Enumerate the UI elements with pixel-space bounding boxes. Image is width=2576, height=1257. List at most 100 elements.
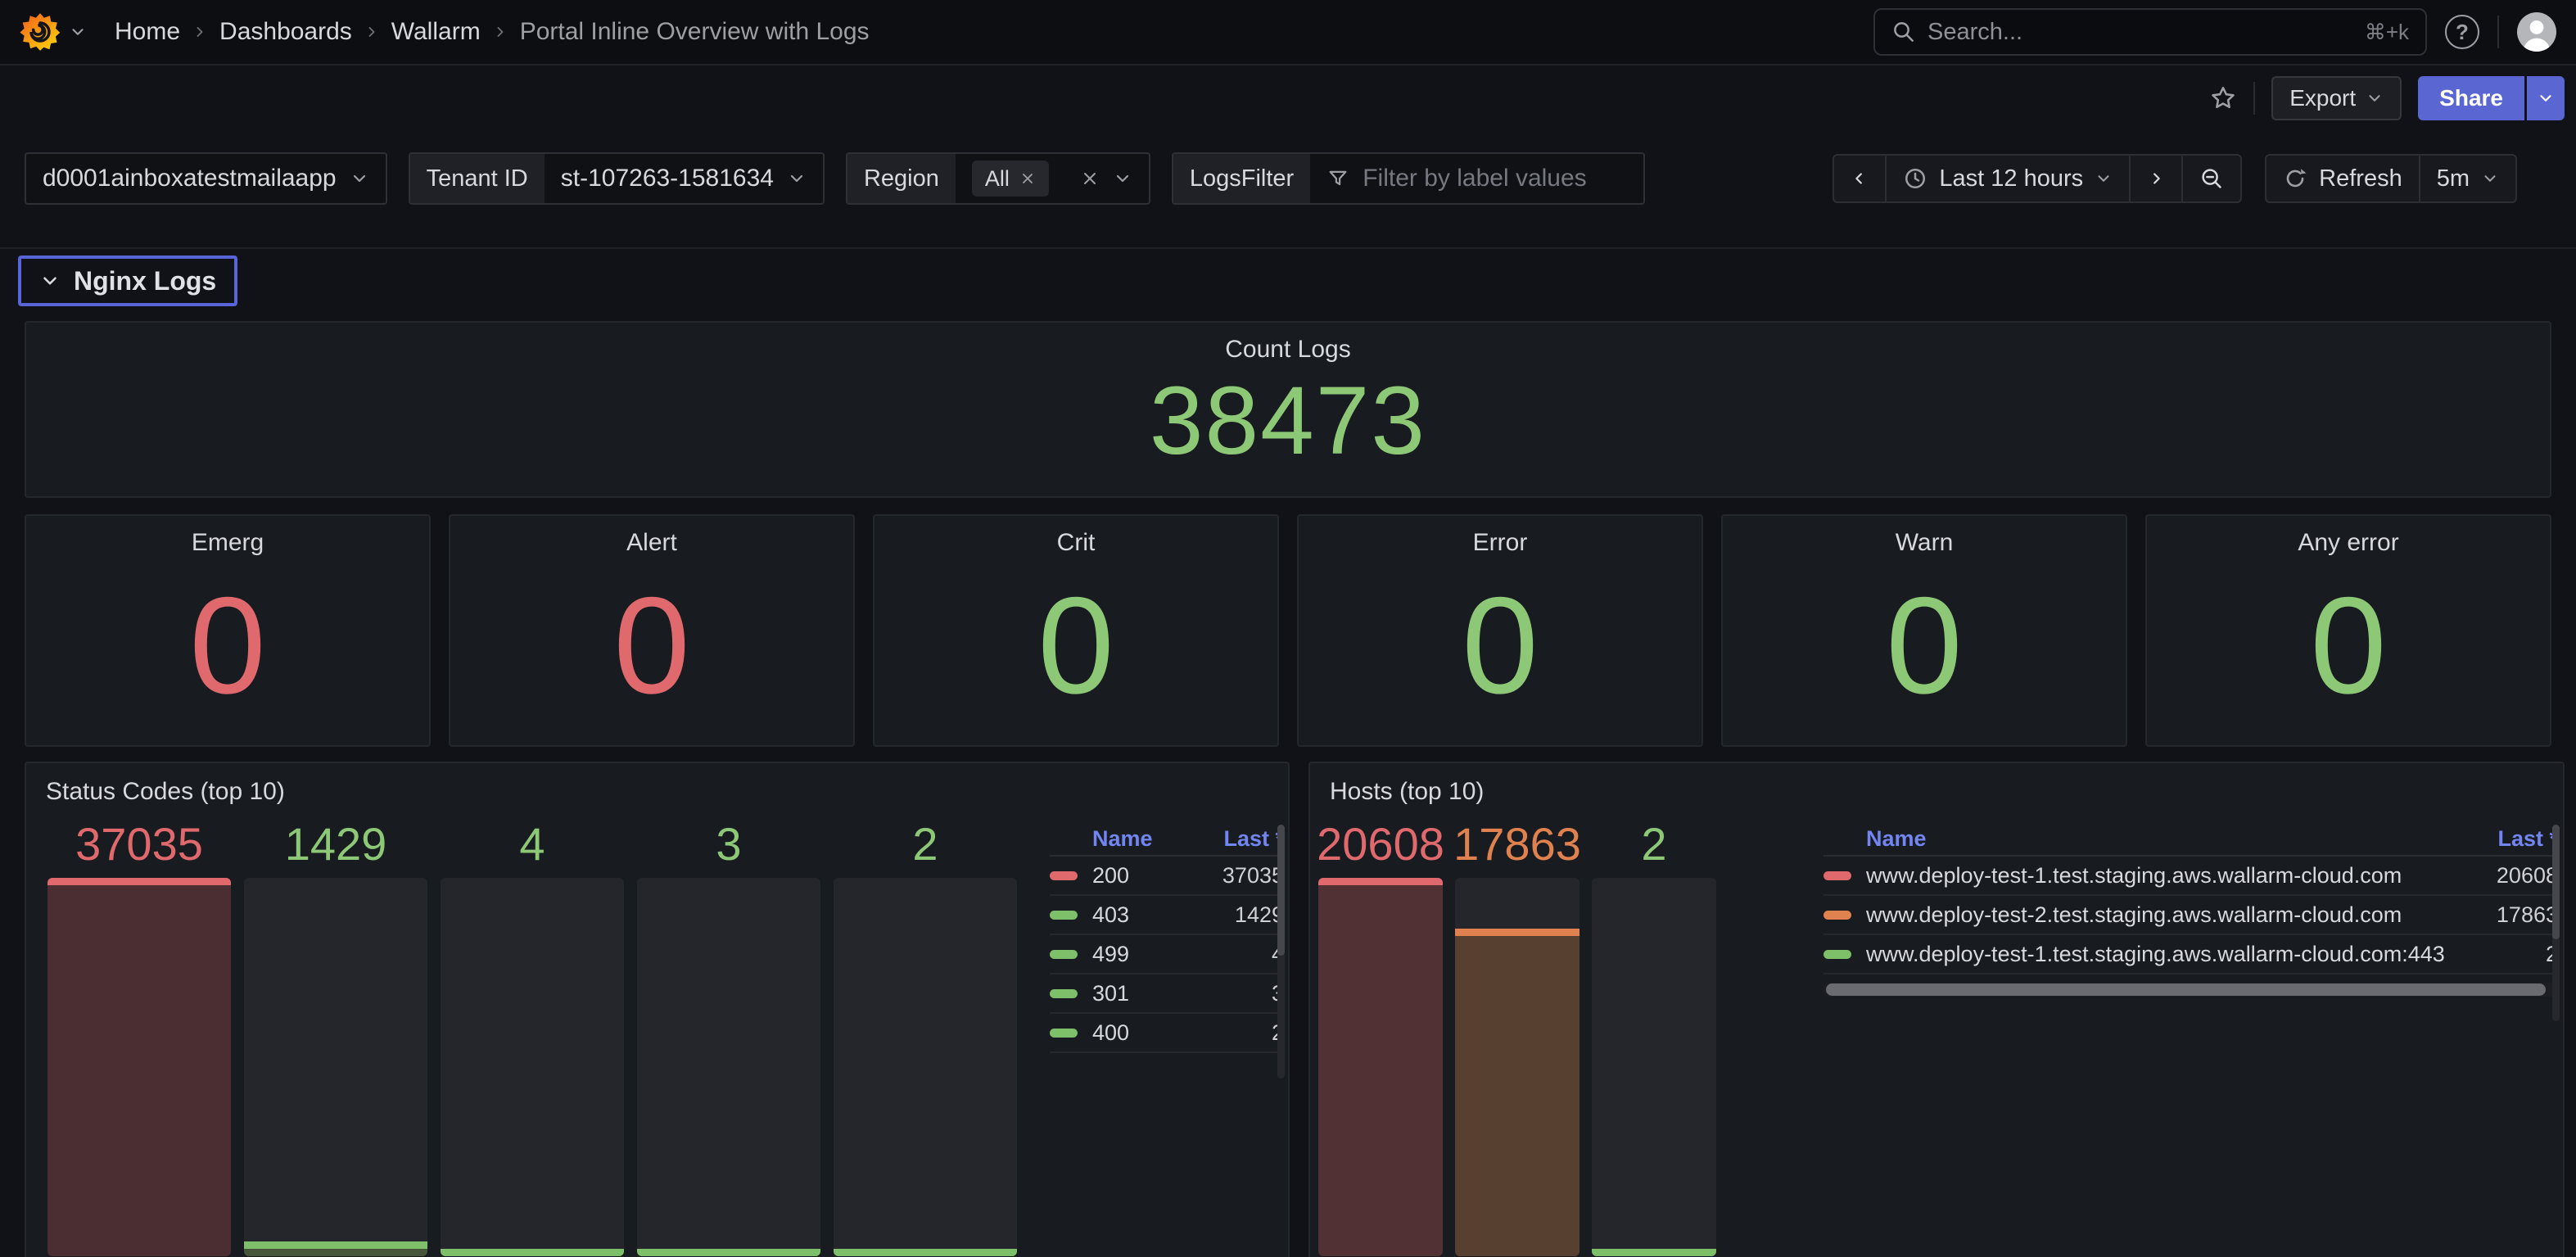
toolbar-divider	[2253, 82, 2255, 115]
favorite-star-icon[interactable]	[2209, 84, 2237, 112]
time-range-value: Last 12 hours	[1939, 165, 2083, 192]
time-range-picker[interactable]: Last 12 hours	[1885, 156, 2129, 201]
user-avatar[interactable]	[2517, 12, 2556, 52]
breadcrumb-item[interactable]: Dashboards	[219, 18, 352, 46]
row-header-nginx-logs[interactable]: Nginx Logs	[18, 255, 237, 306]
chevron-down-icon	[2481, 170, 2499, 188]
legend-header[interactable]: NameLast *	[1824, 822, 2558, 857]
chevron-down-icon	[2095, 170, 2113, 188]
legend-column-name[interactable]: Name	[1824, 826, 2497, 852]
bar-fill	[834, 1249, 1017, 1256]
time-zoom-out-button[interactable]	[2181, 156, 2240, 201]
refresh-interval-dropdown[interactable]: 5m	[2419, 156, 2515, 201]
legend-column-last[interactable]: Last *	[2497, 826, 2558, 852]
legend-row[interactable]: 20037035	[1050, 857, 1284, 896]
legend-vertical-scrollbar[interactable]	[1277, 825, 1285, 1078]
bar-value-label: 2	[912, 817, 938, 870]
stat-value: 0	[874, 557, 1277, 745]
grafana-dashboard: Home Dashboards Wallarm Portal Inline Overv…	[0, 0, 2576, 1257]
legend-row[interactable]: 3013	[1050, 974, 1284, 1014]
stat-title: Warn	[1723, 516, 2126, 557]
time-range-group: Last 12 hours	[1833, 154, 2242, 203]
time-shift-forward-button[interactable]	[2129, 156, 2181, 201]
legend-series-name: www.deploy-test-2.test.staging.aws.walla…	[1866, 902, 2483, 928]
bar-value-label: 20608	[1317, 817, 1444, 870]
dashboard-toolbar: Export Share	[0, 67, 2576, 129]
legend-row[interactable]: www.deploy-test-1.test.staging.aws.walla…	[1824, 857, 2558, 896]
share-button[interactable]: Share	[2418, 76, 2524, 120]
share-menu-chevron-icon[interactable]	[2527, 76, 2565, 120]
bar-cap	[244, 1241, 427, 1249]
logs-filter-input[interactable]: LogsFilter Filter by label values	[1172, 152, 1645, 205]
bar-cap	[1592, 1249, 1716, 1256]
refresh-interval-value: 5m	[2437, 165, 2470, 192]
legend-row[interactable]: 4002	[1050, 1014, 1284, 1053]
region-chip-all[interactable]: All	[972, 161, 1049, 197]
legend-row[interactable]: www.deploy-test-2.test.staging.aws.walla…	[1824, 896, 2558, 935]
chip-close-icon[interactable]	[1019, 170, 1036, 187]
legend-series-name: 200	[1092, 863, 1209, 888]
region-clear-icon[interactable]	[1080, 169, 1100, 188]
refresh-button[interactable]: Refresh	[2266, 156, 2419, 201]
tenant-id-label: Tenant ID	[410, 154, 545, 203]
bar-value-label: 3	[716, 817, 741, 870]
panel-title: Status Codes (top 10)	[26, 763, 1288, 806]
chevron-down-icon	[350, 169, 369, 188]
tenant-id-value: st-107263-1581634	[561, 165, 774, 192]
chevron-right-icon	[192, 24, 208, 40]
stat-panel-emerg: Emerg0	[25, 514, 431, 747]
nav-right-cluster: Search... ⌘+k ?	[1873, 8, 2556, 56]
region-dropdown[interactable]: Region All	[846, 152, 1150, 205]
submenu-divider	[0, 247, 2576, 249]
bar-cap	[834, 1249, 1017, 1256]
series-color-swatch	[1824, 911, 1851, 920]
logs-filter-placeholder: Filter by label values	[1363, 165, 1586, 192]
bar-301	[637, 878, 820, 1256]
legend-column-name[interactable]: Name	[1050, 826, 1223, 852]
breadcrumb-item[interactable]: Home	[115, 18, 180, 46]
legend-vertical-scrollbar[interactable]	[2552, 825, 2560, 1021]
scrollbar-thumb[interactable]	[1826, 983, 2546, 996]
stat-value: 0	[1723, 557, 2126, 745]
legend-column-last[interactable]: Last *	[1223, 826, 1284, 852]
series-color-swatch	[1050, 871, 1078, 880]
panel-hosts: Hosts (top 10) NameLast *www.deploy-test…	[1308, 762, 2565, 1257]
hosts-legend: NameLast *www.deploy-test-1.test.staging…	[1824, 822, 2558, 997]
legend-row[interactable]: 4031429	[1050, 896, 1284, 935]
stat-value: 0	[2147, 557, 2550, 745]
bar-value-label: 2	[1641, 817, 1666, 870]
series-color-swatch	[1050, 911, 1078, 920]
breadcrumb-item[interactable]: Wallarm	[391, 18, 481, 46]
filter-bar: d0001ainboxatestmailaapp Tenant ID st-10…	[0, 152, 2576, 205]
row-title: Nginx Logs	[74, 266, 216, 296]
search-placeholder: Search...	[1927, 19, 2353, 46]
stats-row: Emerg0Alert0Crit0Error0Warn0Any error0	[25, 514, 2551, 747]
legend-row[interactable]: www.deploy-test-1.test.staging.aws.walla…	[1824, 935, 2558, 974]
chevron-down-icon	[787, 169, 807, 188]
clock-icon	[1903, 166, 1927, 191]
filter-funnel-icon	[1326, 167, 1349, 190]
bar-value-label: 37035	[75, 817, 203, 870]
bar-499	[441, 878, 624, 1256]
breadcrumb-item: Portal Inline Overview with Logs	[520, 18, 870, 46]
bar-fill	[47, 878, 231, 1256]
bar-www.deploy-test-1.test.staging.aws.wallarm-cloud.com:443	[1592, 878, 1716, 1256]
help-icon[interactable]: ?	[2445, 15, 2479, 49]
app-variable-dropdown[interactable]: d0001ainboxatestmailaapp	[25, 152, 387, 205]
bar-www.deploy-test-2.test.staging.aws.wallarm-cloud.com	[1455, 878, 1579, 1256]
series-color-swatch	[1050, 989, 1078, 998]
time-shift-back-button[interactable]	[1834, 156, 1885, 201]
stat-title: Any error	[2147, 516, 2550, 557]
bar-fill	[244, 1241, 427, 1256]
refresh-label: Refresh	[2319, 165, 2402, 192]
org-switcher-chevron-icon[interactable]	[69, 23, 87, 41]
grafana-logo-icon[interactable]	[20, 11, 61, 52]
export-button[interactable]: Export	[2271, 76, 2402, 120]
legend-series-name: 403	[1092, 902, 1222, 928]
legend-header[interactable]: NameLast *	[1050, 822, 1284, 857]
legend-horizontal-scrollbar	[1824, 983, 2558, 997]
legend-row[interactable]: 4994	[1050, 935, 1284, 974]
tenant-id-dropdown[interactable]: Tenant ID st-107263-1581634	[409, 152, 825, 205]
search-input[interactable]: Search... ⌘+k	[1873, 8, 2427, 56]
panel-title: Hosts (top 10)	[1310, 763, 2563, 806]
